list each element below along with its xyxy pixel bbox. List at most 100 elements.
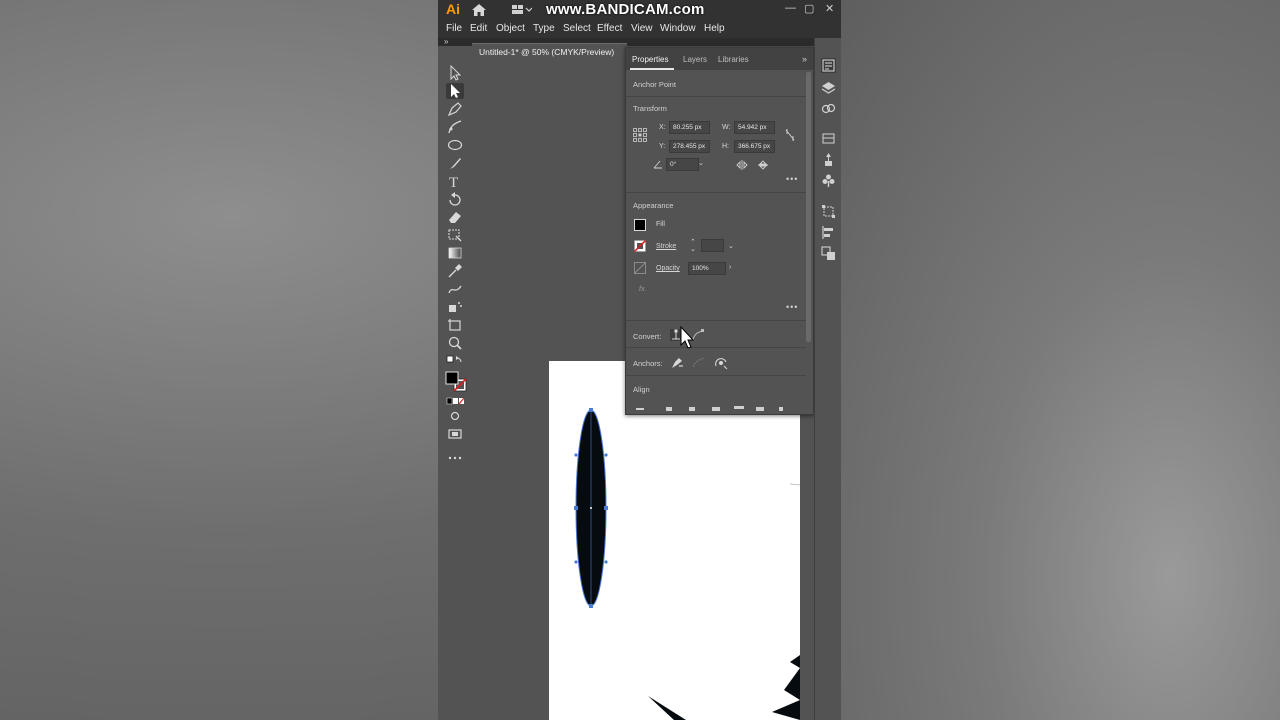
constrain-proportions-icon[interactable] [784,128,796,142]
panel-scrollbar[interactable] [806,72,811,342]
tab-layers[interactable]: Layers [683,55,707,64]
x-position-field[interactable]: 80.255 px [669,121,710,134]
panel-tab-bar: Properties Layers Libraries » [626,48,813,70]
appearance-more-options-icon[interactable]: ••• [786,302,798,312]
angle-dropdown-icon[interactable]: ⌄ [698,159,704,167]
selection-type-label: Anchor Point [633,80,676,89]
handle-point[interactable] [574,453,578,457]
more-tools-icon[interactable] [446,450,464,466]
anchor-point-bottom[interactable] [589,604,593,608]
w-label: W: [722,124,731,131]
black-spike-shape[interactable] [772,655,800,720]
swatches-panel-icon[interactable] [821,131,836,146]
artboard-tool-icon[interactable] [446,317,464,333]
desktop-background-right [840,0,1280,720]
tools-panel: T [438,46,472,720]
mouse-cursor [680,326,694,349]
opacity-field[interactable]: 100% [688,262,726,275]
ellipse-tool-icon[interactable] [446,137,464,153]
stroke-label[interactable]: Stroke [656,243,676,250]
flip-vertical-icon[interactable] [758,160,768,170]
gradient-tool-icon[interactable] [446,245,464,261]
eraser-tool-icon[interactable] [446,209,464,225]
transform-more-options-icon[interactable]: ••• [786,174,798,184]
blend-tool-icon[interactable] [446,281,464,297]
stroke-weight-stepper[interactable]: ⌃ ⌄ [690,239,696,253]
stroke-weight-field[interactable] [701,239,724,252]
free-transform-tool-icon[interactable] [446,227,464,243]
handle-point[interactable] [604,560,608,564]
stroke-swatch[interactable] [634,240,646,252]
zoom-tool-icon[interactable] [446,335,464,351]
section-divider [626,347,806,348]
section-divider [626,320,806,321]
opacity-label[interactable]: Opacity [656,265,680,272]
curvature-tool-icon[interactable] [446,119,464,135]
anchor-point-left[interactable] [574,506,578,510]
fill-label: Fill [656,221,665,228]
tab-libraries[interactable]: Libraries [718,55,749,64]
stroke-weight-dropdown-icon[interactable]: ⌄ [728,242,734,250]
direct-selection-tool-icon[interactable] [446,83,464,99]
stray-line [789,483,801,486]
transform-title: Transform [633,104,667,113]
tab-properties[interactable]: Properties [632,55,668,64]
rotate-tool-icon[interactable] [446,191,464,207]
section-divider [626,96,806,97]
symbols-panel-icon[interactable] [821,173,836,188]
opacity-expand-icon[interactable]: › [729,264,731,271]
properties-panel: Properties Layers Libraries » Anchor Poi… [625,47,814,415]
svg-text:T: T [449,175,458,189]
cut-path-at-anchor-icon[interactable] [692,356,706,369]
appearance-title: Appearance [633,201,674,210]
properties-panel-icon[interactable] [821,58,836,73]
eyedropper-tool-icon[interactable] [446,263,464,279]
pen-tool-icon[interactable] [446,101,464,117]
panel-collapse-icon[interactable]: » [802,54,807,64]
y-position-field[interactable]: 278.455 px [669,140,710,153]
right-panel-dock [814,38,841,720]
handle-point[interactable] [574,560,578,564]
anchors-label: Anchors: [633,359,663,368]
opacity-icon [634,262,646,274]
fx-effects-button[interactable]: fx. [639,286,646,293]
align-buttons-row[interactable] [634,404,794,414]
convert-label: Convert: [633,332,662,341]
section-divider [626,375,806,376]
align-title: Align [633,385,650,394]
h-label: H: [722,143,729,150]
reference-point-icon[interactable] [633,128,647,142]
type-tool-icon[interactable]: T [446,173,464,189]
rotate-angle-icon [653,160,662,169]
isolate-anchor-icon[interactable] [714,356,728,369]
transform-panel-icon[interactable] [821,204,836,219]
x-label: X: [659,124,666,131]
rotate-angle-field[interactable]: 0° [666,158,699,171]
anchor-point-right[interactable] [604,506,608,510]
black-spike-shape[interactable] [648,696,686,720]
y-label: Y: [659,143,666,150]
screen-mode-icon[interactable] [446,426,464,442]
height-field[interactable]: 366.675 px [734,140,775,153]
fill-stroke-swatches[interactable] [444,371,468,393]
align-panel-icon[interactable] [821,225,836,240]
illustrator-window: Ai www.BANDICAM.com — ▢ ✕ File Edit Obje… [438,0,841,720]
section-divider [626,192,806,193]
selection-tool-icon[interactable] [446,65,464,81]
anchor-point-top[interactable] [589,408,593,412]
fill-swatch[interactable] [634,219,646,231]
layers-panel-icon[interactable] [821,80,836,95]
brushes-panel-icon[interactable] [821,152,836,167]
symbol-sprayer-tool-icon[interactable] [446,299,464,315]
flip-horizontal-icon[interactable] [736,160,748,170]
width-field[interactable]: 54.942 px [734,121,775,134]
pathfinder-panel-icon[interactable] [821,246,836,261]
paintbrush-tool-icon[interactable] [446,155,464,171]
remove-anchor-point-icon[interactable] [670,356,684,369]
active-tab-indicator [630,68,674,70]
libraries-panel-icon[interactable] [821,101,836,116]
handle-point[interactable] [604,453,608,457]
default-colors-icon[interactable] [446,355,464,371]
drawing-mode-icon[interactable] [446,408,464,424]
shape-center-point [590,507,592,509]
